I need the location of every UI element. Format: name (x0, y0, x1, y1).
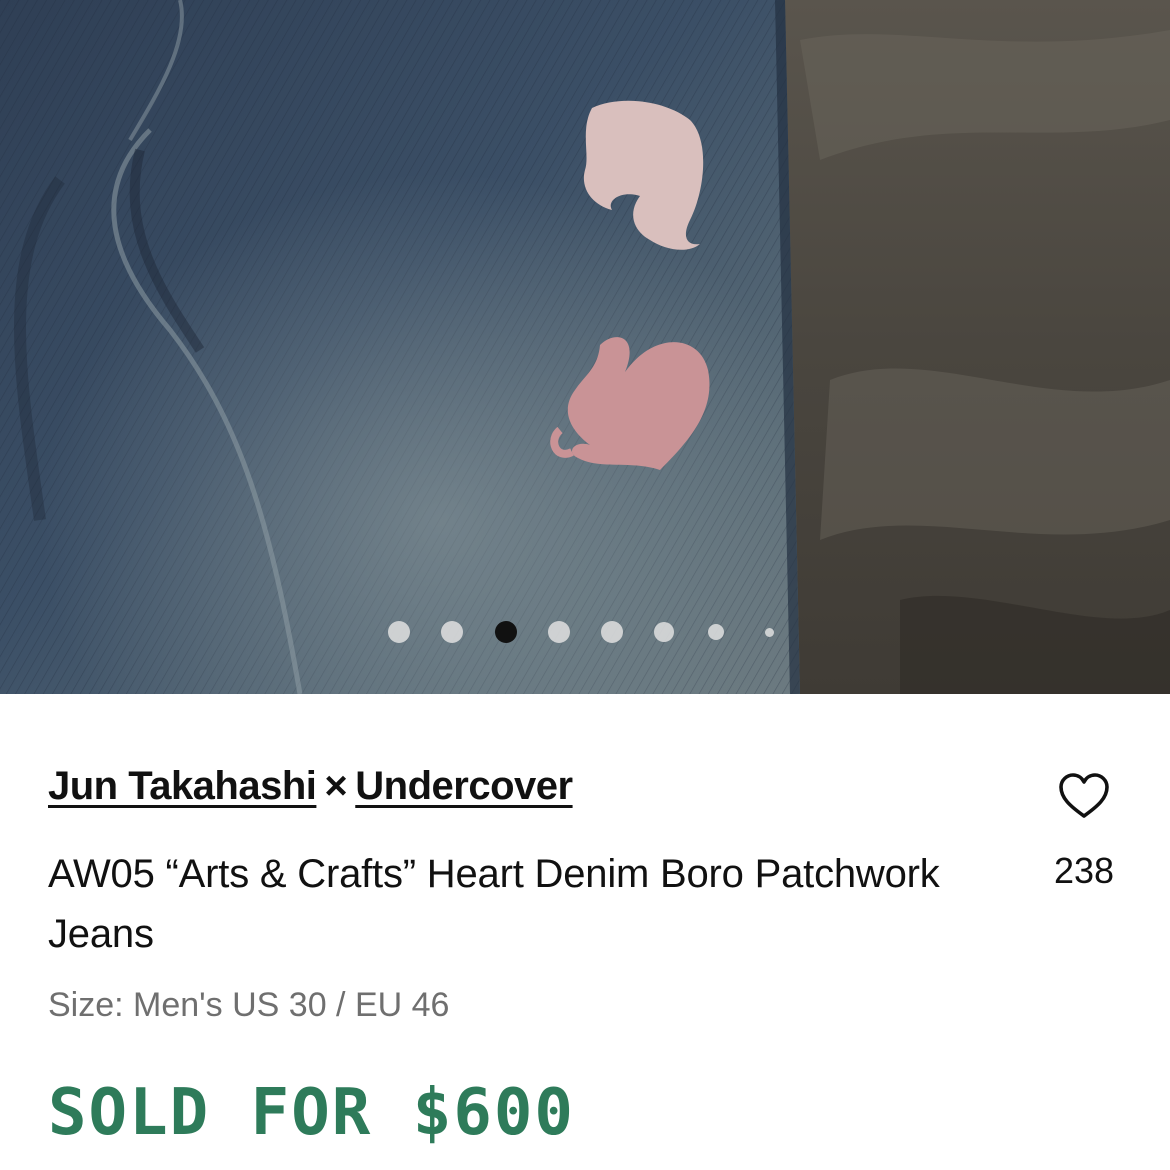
designer-collab: Jun Takahashi × Undercover (48, 764, 573, 809)
gallery-dot[interactable] (764, 627, 774, 637)
favorite-heart-icon[interactable] (1058, 772, 1110, 820)
gallery-dot[interactable] (654, 622, 674, 642)
designer-link-jun-takahashi[interactable]: Jun Takahashi (48, 764, 317, 808)
gallery-pagination[interactable] (0, 619, 1170, 645)
listing-info: Jun Takahashi × Undercover 238 AW05 “Arts … (0, 694, 1170, 1170)
favorites-count: 238 (1053, 850, 1115, 891)
denim-photo-image (0, 0, 1170, 694)
gallery-dot[interactable] (601, 621, 623, 643)
gallery-dot[interactable] (441, 621, 463, 643)
gallery-dot[interactable] (495, 621, 517, 643)
collab-separator: × (324, 764, 348, 808)
gallery-dot[interactable] (708, 624, 724, 640)
listing-title: AW05 “Arts & Crafts” Heart Denim Boro Pa… (48, 852, 940, 956)
listing-size: Size: Men's US 30 / EU 46 (48, 986, 450, 1024)
gallery-dot[interactable] (548, 621, 570, 643)
product-photo[interactable] (0, 0, 1170, 694)
designer-link-undercover[interactable]: Undercover (355, 764, 573, 808)
gallery-dot[interactable] (388, 621, 410, 643)
sold-price: SOLD FOR $600 (48, 1076, 575, 1150)
